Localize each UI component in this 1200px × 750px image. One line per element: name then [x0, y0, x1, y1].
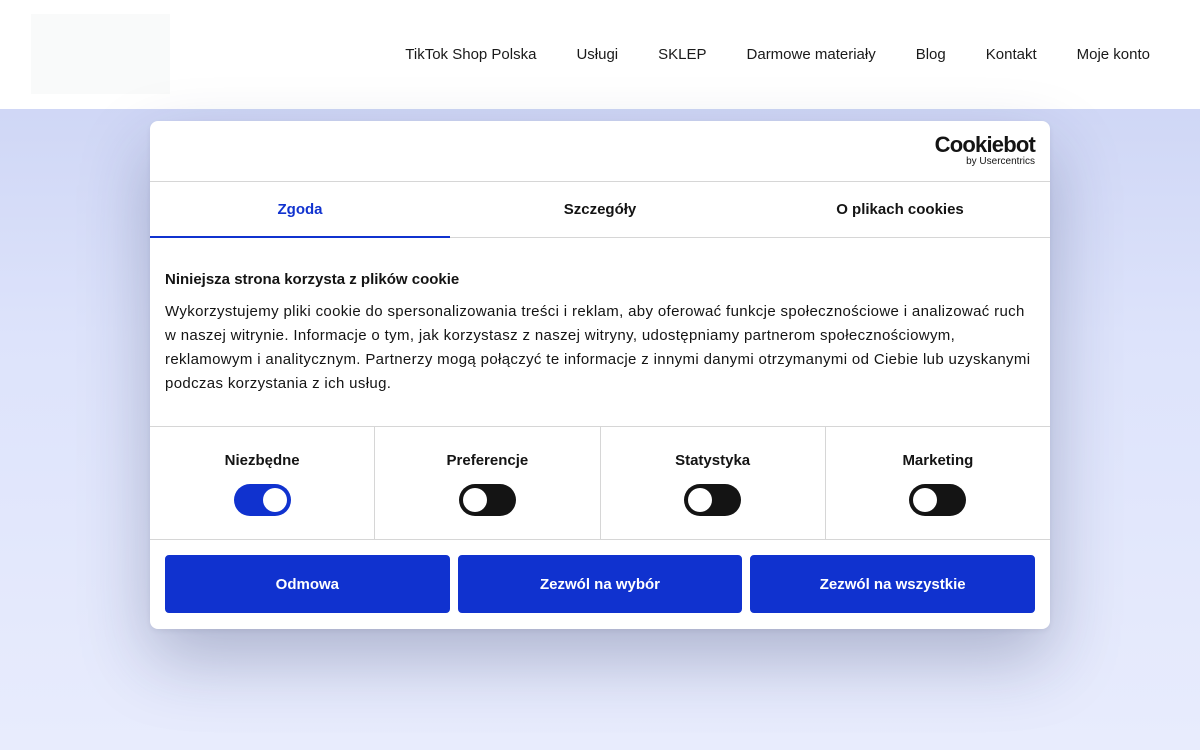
cookie-consent-dialog: Cookiebot by Usercentrics Zgoda Szczegół… — [150, 121, 1050, 629]
dialog-content: Niniejsza strona korzysta z plików cooki… — [150, 238, 1050, 427]
switch-knob — [688, 488, 713, 512]
tab-szczegoly[interactable]: Szczegóły — [450, 182, 750, 237]
brand-name: Cookiebot — [934, 132, 1036, 157]
dialog-tabs: Zgoda Szczegóły O plikach cookies — [150, 182, 1050, 238]
nav-item-uslugi[interactable]: Usługi — [576, 46, 618, 63]
toggle-switch-niezbedne[interactable] — [233, 484, 291, 516]
cookiebot-logo[interactable]: Cookiebot by Usercentrics — [934, 132, 1036, 168]
switch-knob — [462, 488, 487, 512]
site-header: TikTok Shop Polska Usługi SKLEP Darmowe … — [0, 0, 1200, 109]
toggle-cell-preferencje: Preferencje — [375, 427, 601, 539]
dialog-title: Niniejsza strona korzysta z plików cooki… — [165, 271, 460, 288]
toggle-switch-marketing[interactable] — [909, 484, 967, 516]
switch-knob — [913, 488, 938, 512]
nav-item-sklep[interactable]: SKLEP — [658, 46, 706, 63]
allow-selection-button[interactable]: Zezwól na wybór — [457, 555, 743, 613]
tab-o-plikach-cookies[interactable]: O plikach cookies — [750, 182, 1050, 237]
brand-subtitle: by Usercentrics — [966, 156, 1035, 167]
nav-item-blog[interactable]: Blog — [916, 46, 946, 63]
toggle-cell-statystyka: Statystyka — [601, 427, 826, 539]
toggle-label-preferencje: Preferencje — [446, 452, 529, 469]
nav-item-darmowe-materialy[interactable]: Darmowe materiały — [747, 46, 876, 63]
dialog-body-text: Wykorzystujemy pliki cookie do spersonal… — [165, 303, 1031, 392]
switch-knob — [262, 488, 287, 512]
tab-zgoda[interactable]: Zgoda — [150, 182, 450, 238]
site-logo[interactable] — [31, 14, 170, 94]
toggle-cell-marketing: Marketing — [826, 427, 1050, 539]
allow-all-button[interactable]: Zezwól na wszystkie — [750, 555, 1036, 613]
toggle-switch-statystyka[interactable] — [684, 484, 742, 516]
toggle-label-marketing: Marketing — [902, 452, 974, 469]
nav-item-kontakt[interactable]: Kontakt — [986, 46, 1037, 63]
deny-button[interactable]: Odmowa — [165, 555, 450, 613]
toggle-label-niezbedne: Niezbędne — [224, 452, 300, 469]
toggle-switch-preferencje[interactable] — [458, 484, 516, 516]
main-nav: TikTok Shop Polska Usługi SKLEP Darmowe … — [405, 0, 1150, 109]
toggle-label-statystyka: Statystyka — [675, 452, 751, 469]
dialog-header: Cookiebot by Usercentrics — [150, 121, 1050, 182]
consent-toggles: Niezbędne Preferencje Statystyka Marketi… — [150, 427, 1050, 540]
nav-item-tiktok-shop[interactable]: TikTok Shop Polska — [405, 46, 536, 63]
dialog-buttons: Odmowa Zezwól na wybór Zezwól na wszystk… — [150, 540, 1050, 628]
toggle-cell-niezbedne: Niezbędne — [150, 427, 376, 539]
nav-item-moje-konto[interactable]: Moje konto — [1077, 46, 1150, 63]
